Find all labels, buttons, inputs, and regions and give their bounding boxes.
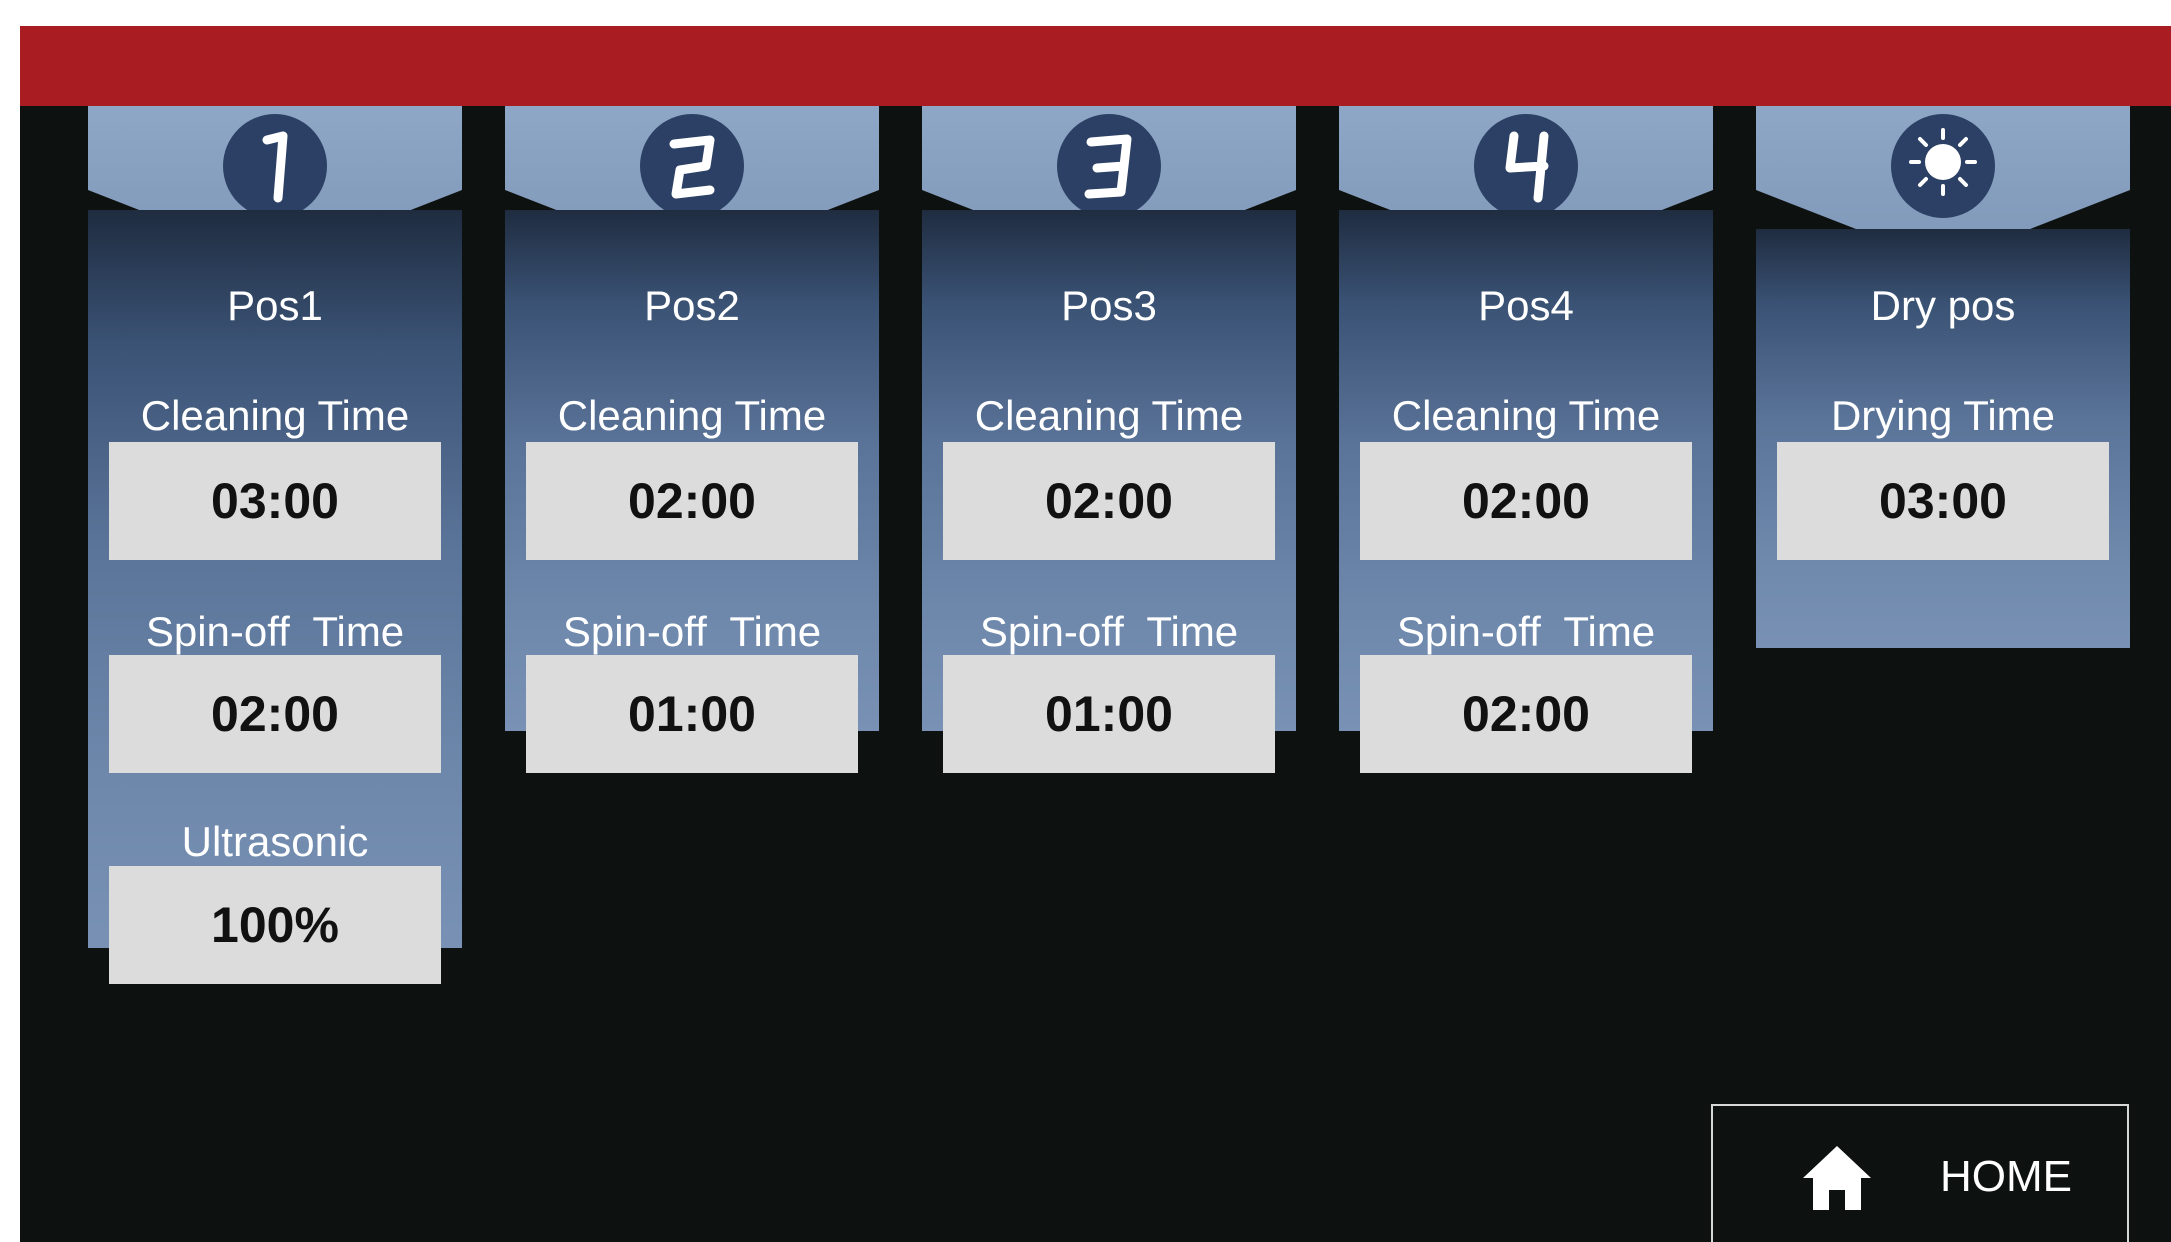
spin-off-time-label: Spin-off Time [145,608,405,655]
station-title: Pos2 [644,282,740,329]
digit-2-icon [640,114,744,218]
cleaning-time-input[interactable]: 02:00 [526,442,858,560]
cleaning-time-input[interactable]: 02:00 [943,442,1275,560]
cleaning-time-input[interactable]: 03:00 [109,442,441,560]
sun-icon [1891,114,1995,218]
spin-off-time-input[interactable]: 02:00 [1360,655,1692,773]
spin-off-time-input[interactable]: 02:00 [109,655,441,773]
home-button[interactable]: HOME [1711,1104,2129,1242]
cleaning-time-input[interactable]: 02:00 [1360,442,1692,560]
station-panel: Pos1 Cleaning Time 03:00 Spin-off Time 0… [88,210,462,984]
digit-4-icon [1474,114,1578,218]
home-label: HOME [1940,1152,2072,1201]
home-icon [1803,1146,1871,1210]
cleaning-time-label: Cleaning Time [1391,392,1661,439]
cleaning-time-label: Cleaning Time [974,392,1244,439]
drying-time-label: Drying Time [1830,392,2056,439]
station-title: Pos1 [227,282,323,329]
spin-off-time-input[interactable]: 01:00 [526,655,858,773]
cleaning-time-label: Cleaning Time [140,392,410,439]
station-title: Pos4 [1478,282,1574,329]
ultrasonic-label: Ultrasonic [181,818,369,865]
drying-time-input[interactable]: 03:00 [1777,442,2109,560]
spin-off-time-label: Spin-off Time [1396,608,1656,655]
cleaning-time-label: Cleaning Time [557,392,827,439]
spin-off-time-label: Spin-off Time [562,608,822,655]
station-panel: Dry pos Drying Time 03:00 [1756,229,2130,648]
station-panel: Pos2 Cleaning Time 02:00 Spin-off Time 0… [505,210,879,773]
top-bar [20,26,2171,106]
spin-off-time-label: Spin-off Time [979,608,1239,655]
station-title: Pos3 [1061,282,1157,329]
screen: Pos1 Cleaning Time 03:00 Spin-off Time 0… [20,26,2171,1242]
station-panel: Pos3 Cleaning Time 02:00 Spin-off Time 0… [922,210,1296,773]
station-panel: Pos4 Cleaning Time 02:00 Spin-off Time 0… [1339,210,1713,773]
station-title: Dry pos [1870,282,2016,329]
digit-1-icon [223,114,327,218]
digit-3-icon [1057,114,1161,218]
ultrasonic-input[interactable]: 100% [109,866,441,984]
spin-off-time-input[interactable]: 01:00 [943,655,1275,773]
